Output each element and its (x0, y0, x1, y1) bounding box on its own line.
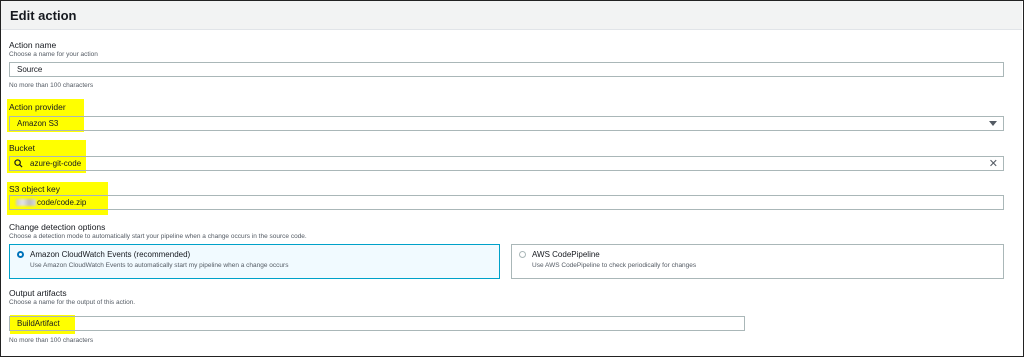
output-artifacts-input[interactable]: BuildArtifact (9, 316, 745, 331)
bucket-value: azure-git-code (30, 159, 82, 168)
output-artifacts-description: Choose a name for the output of this act… (9, 299, 136, 306)
s3-object-key-input[interactable]: code/code.zip (9, 195, 1004, 210)
action-name-label: Action name (9, 40, 57, 50)
action-name-input[interactable]: Source (9, 62, 1004, 77)
cloudwatch-option-title: Amazon CloudWatch Events (recommended) (30, 250, 191, 259)
action-provider-select[interactable]: Amazon S3 (9, 116, 1004, 131)
s3-object-key-field-text: code/code.zip (16, 198, 86, 207)
change-detection-label: Change detection options (9, 222, 106, 232)
edit-action-panel (0, 0, 1024, 357)
radio-option-cloudwatch[interactable]: Amazon CloudWatch Events (recommended) U… (9, 244, 500, 279)
bucket-search-input[interactable]: azure-git-code ✕ (9, 156, 1004, 171)
panel-header: Edit action (1, 1, 1022, 30)
page-title: Edit action (10, 8, 77, 23)
cloudwatch-option-description: Use Amazon CloudWatch Events to automati… (30, 262, 289, 269)
search-icon (14, 159, 23, 168)
output-artifacts-label: Output artifacts (9, 288, 67, 298)
action-provider-value: Amazon S3 (17, 119, 59, 128)
radio-selected-icon (17, 251, 24, 258)
change-detection-description: Choose a detection mode to automatically… (9, 233, 307, 240)
s3-object-key-value: code/code.zip (37, 198, 87, 207)
action-name-hint: No more than 100 characters (9, 82, 94, 89)
output-artifacts-hint: No more than 100 characters (9, 337, 94, 344)
bucket-label: Bucket (9, 143, 35, 153)
caret-down-icon (989, 121, 997, 126)
output-artifacts-value: BuildArtifact (17, 319, 60, 328)
radio-unselected-icon (519, 251, 526, 258)
redacted-text (16, 199, 36, 207)
codepipeline-option-description: Use AWS CodePipeline to check periodical… (532, 262, 697, 269)
action-name-value: Source (17, 65, 43, 74)
clear-icon[interactable]: ✕ (989, 157, 998, 171)
action-name-description: Choose a name for your action (9, 51, 98, 58)
radio-option-codepipeline[interactable]: AWS CodePipeline Use AWS CodePipeline to… (511, 244, 1004, 279)
s3-object-key-label: S3 object key (9, 184, 61, 194)
codepipeline-option-title: AWS CodePipeline (532, 250, 600, 259)
action-provider-label: Action provider (9, 102, 66, 112)
